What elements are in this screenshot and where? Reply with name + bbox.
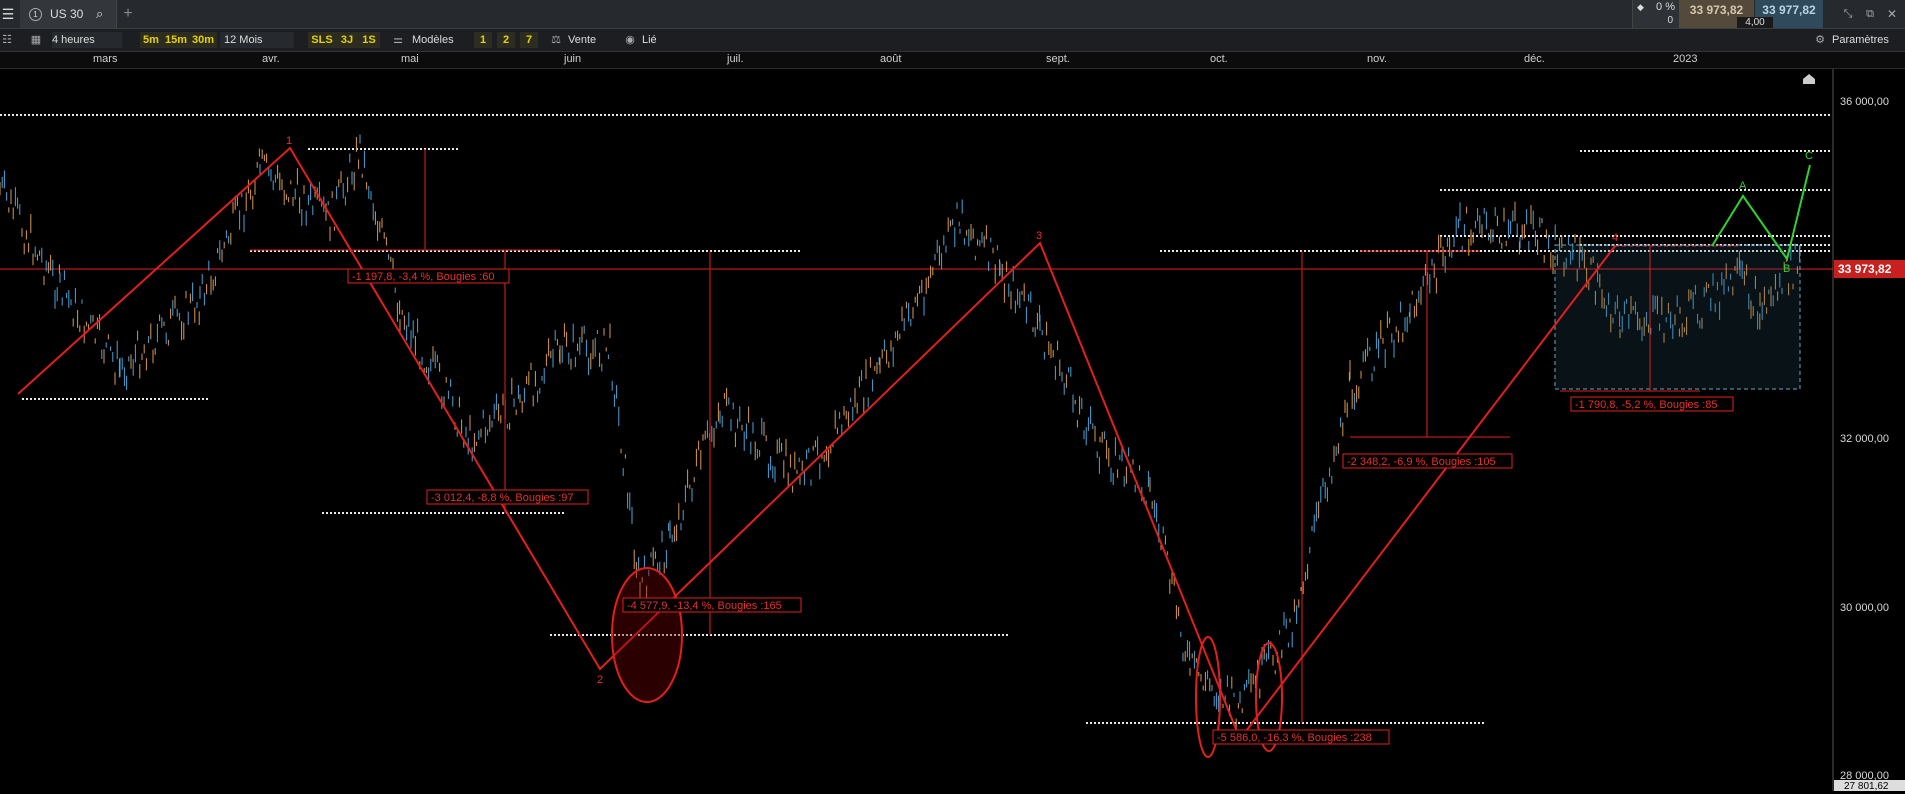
tf-5m-button[interactable]: 5m <box>140 32 162 48</box>
1s-button[interactable]: 1S <box>358 32 380 48</box>
linked-button[interactable]: Lié <box>642 32 672 48</box>
month-label: sept. <box>1046 53 1070 65</box>
close-icon[interactable]: ✕ <box>1884 0 1900 28</box>
price-axis-label: 30 000,00 <box>1840 602 1889 614</box>
month-label: mars <box>93 53 118 65</box>
top-bar: ☰ 1 US 30 ⌕ + ◆ 0 % 0 33 973,82 33 977,8… <box>0 0 1905 29</box>
popout-icon[interactable]: ⧉ <box>1862 0 1878 28</box>
spread-value: 4,00 <box>1737 17 1773 28</box>
quick-7-button[interactable]: 7 <box>520 32 538 48</box>
consolidation-box[interactable] <box>1554 244 1801 390</box>
price-axis: 36 000,00 32 000,00 30 000,00 28 000,00 <box>1840 96 1889 782</box>
tf-30m-button[interactable]: 30m <box>189 32 217 48</box>
settings-button[interactable]: Paramètres <box>1832 32 1902 48</box>
month-label: 2023 <box>1673 53 1698 65</box>
sls-button[interactable]: SLS <box>308 32 336 48</box>
add-tab-icon[interactable]: + <box>120 0 136 28</box>
measure-label-4: -5 586,0, -16,3 %, Bougies :238 <box>1217 732 1372 744</box>
minimize-icon[interactable]: ⤡ <box>1840 0 1856 28</box>
settings-icon[interactable]: ⚙ <box>1812 32 1828 48</box>
price-chart[interactable]: -1 197,8, -3,4 %, Bougies :60 -3 012,4, … <box>0 69 1905 792</box>
models-button[interactable]: Modèles <box>412 32 468 48</box>
bottom-price-value: 27 801,62 <box>1844 781 1889 791</box>
wave-label-c: C <box>1805 150 1813 162</box>
month-label: juil. <box>727 53 744 65</box>
month-label: mai <box>401 53 419 65</box>
instrument-tab[interactable]: 1 US 30 ⌕ <box>20 0 117 28</box>
instrument-name: US 30 <box>50 7 84 21</box>
wave-label-b: B <box>1783 263 1790 275</box>
change-arrow-icon: ◆ <box>1637 2 1644 12</box>
chart-area[interactable]: -1 197,8, -3,4 %, Bougies :60 -3 012,4, … <box>0 69 1905 792</box>
period-select[interactable]: 4 heures <box>52 32 122 48</box>
measure-label-1: -1 197,8, -3,4 %, Bougies :60 <box>352 271 494 283</box>
sell-button[interactable]: Vente <box>568 32 608 48</box>
measure-label-2: -3 012,4, -8,8 %, Bougies :97 <box>431 492 573 504</box>
quick-2-button[interactable]: 2 <box>497 32 515 48</box>
price-axis-label: 36 000,00 <box>1840 96 1889 108</box>
measure-label-6: -1 790,8, -5,2 %, Bougies :85 <box>1575 399 1717 411</box>
chart-toolbar: ☷ ▦ 4 heures 5m 15m 30m 12 Mois SLS 3J 1… <box>0 29 1905 52</box>
quick-1-button[interactable]: 1 <box>474 32 492 48</box>
time-axis: mars avr. mai juin juil. août sept. oct.… <box>0 52 1905 69</box>
month-label: avr. <box>262 53 280 65</box>
tf-15m-button[interactable]: 15m <box>162 32 190 48</box>
home-icon[interactable] <box>1803 74 1815 84</box>
wave-label-2: 2 <box>597 674 603 686</box>
candles <box>0 134 1801 729</box>
instrument-number-icon: 1 <box>29 8 42 21</box>
3j-button[interactable]: 3J <box>336 32 358 48</box>
measure-labels: -1 197,8, -3,4 %, Bougies :60 -3 012,4, … <box>347 268 1734 745</box>
link-icon[interactable]: ◉ <box>622 32 638 48</box>
month-label: août <box>880 53 902 65</box>
change-block: ◆ 0 % 0 <box>1632 0 1679 28</box>
ask-value: 33 977,82 <box>1762 3 1816 17</box>
level-lines <box>0 114 1830 724</box>
wave-label-a: A <box>1739 180 1747 192</box>
wave-labels: 1 2 3 4 <box>286 135 1618 686</box>
wave-label-3: 3 <box>1036 230 1042 242</box>
price-axis-label: 32 000,00 <box>1840 433 1889 445</box>
menu-icon[interactable]: ☰ <box>0 0 16 28</box>
measure-label-3: -4 577,9, -13,4 %, Bougies :165 <box>627 600 782 612</box>
measure-label-5: -2 348,2, -6,9 %, Bougies :105 <box>1347 456 1496 468</box>
current-price-value: 33 973,82 <box>1838 262 1892 276</box>
list-icon[interactable]: ☷ <box>0 32 14 48</box>
layout-icon[interactable]: ▦ <box>28 32 44 48</box>
bid-value: 33 973,82 <box>1689 3 1744 17</box>
wave-label-1: 1 <box>286 135 292 147</box>
sell-icon[interactable]: ⚖ <box>548 32 564 48</box>
month-label: déc. <box>1524 53 1545 65</box>
month-label: nov. <box>1367 53 1387 65</box>
month-label: juin <box>564 53 582 65</box>
search-icon[interactable]: ⌕ <box>96 0 103 28</box>
month-label: oct. <box>1210 53 1228 65</box>
models-icon[interactable]: ⚌ <box>390 32 406 48</box>
range-select[interactable]: 12 Mois <box>220 32 294 48</box>
wave-label-4: 4 <box>1612 232 1618 244</box>
